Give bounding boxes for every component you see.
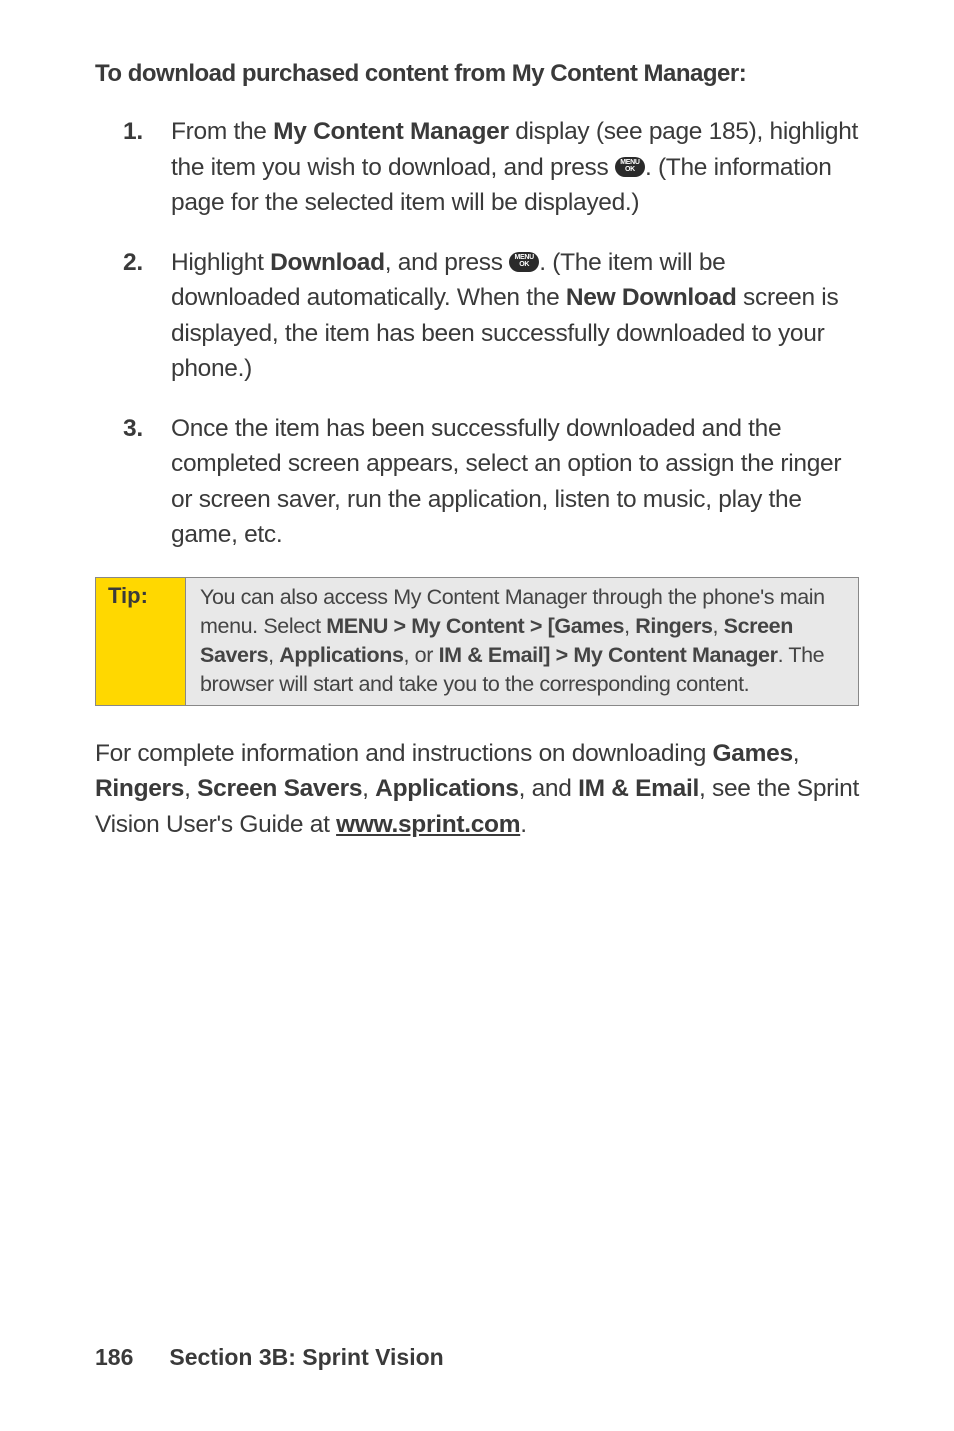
text-bold: Ringers: [635, 614, 712, 638]
text-bold: New Download: [566, 284, 737, 311]
list-item: 1. From the My Content Manager display (…: [123, 114, 859, 221]
text: ,: [713, 614, 724, 638]
text: ,: [268, 643, 279, 667]
text: ,: [362, 775, 375, 802]
text: , and press: [385, 249, 509, 276]
text: , and: [519, 775, 579, 802]
text-bold: Games: [713, 740, 793, 767]
list-content: From the My Content Manager display (see…: [171, 114, 859, 221]
list-marker: 1.: [123, 114, 171, 221]
text: ,: [184, 775, 197, 802]
list-marker: 3.: [123, 411, 171, 553]
text-bold: Applications: [279, 643, 403, 667]
text-bold: Download: [270, 249, 385, 276]
text: ,: [624, 614, 635, 638]
tip-label: Tip:: [96, 578, 186, 705]
list-content: Once the item has been successfully down…: [171, 411, 859, 553]
section-title: Section 3B: Sprint Vision: [169, 1344, 443, 1370]
text: .: [520, 811, 527, 838]
text: Highlight: [171, 249, 270, 276]
text-bold: IM & Email] > My Content Manager: [439, 643, 778, 667]
text: ,: [793, 740, 800, 767]
text-bold: MENU > My Content > [Games: [326, 614, 624, 638]
menu-ok-icon: MENUOK: [509, 252, 539, 272]
text: , or: [404, 643, 439, 667]
icon-label: MENUOK: [515, 255, 534, 268]
text-bold: Applications: [375, 775, 518, 802]
text-bold: Ringers: [95, 775, 184, 802]
list-marker: 2.: [123, 245, 171, 387]
page-footer: 186 Section 3B: Sprint Vision: [95, 1344, 444, 1371]
text-bold: IM & Email: [578, 775, 699, 802]
text: From the: [171, 118, 273, 145]
list-item: 3. Once the item has been successfully d…: [123, 411, 859, 553]
link-text[interactable]: www.sprint.com: [336, 811, 520, 838]
icon-label: MENUOK: [620, 160, 639, 173]
tip-box: Tip: You can also access My Content Mana…: [95, 577, 859, 706]
text-bold: Screen Savers: [197, 775, 362, 802]
page-number: 186: [95, 1344, 133, 1370]
ordered-list: 1. From the My Content Manager display (…: [95, 114, 859, 553]
text: Once the item has been successfully down…: [171, 415, 841, 549]
list-content: Highlight Download, and press MENUOK. (T…: [171, 245, 859, 387]
text-bold: My Content Manager: [273, 118, 509, 145]
text: For complete information and instruction…: [95, 740, 713, 767]
page-heading: To download purchased content from My Co…: [95, 60, 859, 88]
paragraph: For complete information and instruction…: [95, 736, 859, 843]
tip-content: You can also access My Content Manager t…: [186, 578, 858, 705]
list-item: 2. Highlight Download, and press MENUOK.…: [123, 245, 859, 387]
menu-ok-icon: MENUOK: [615, 157, 645, 177]
